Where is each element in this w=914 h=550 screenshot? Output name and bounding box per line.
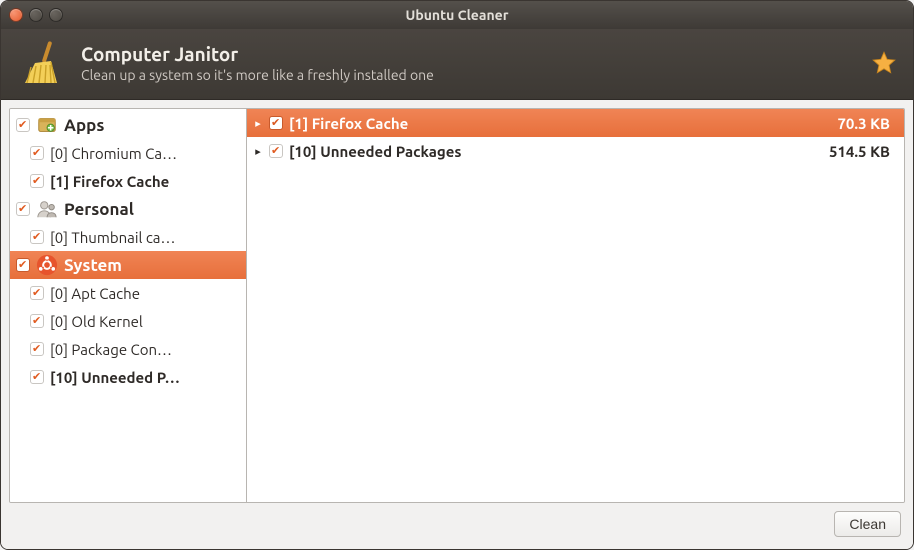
checkbox[interactable] xyxy=(16,118,30,132)
system-icon xyxy=(36,254,58,276)
page-header: Computer Janitor Clean up a system so it… xyxy=(1,29,913,100)
header-text: Computer Janitor Clean up a system so it… xyxy=(81,43,855,83)
titlebar[interactable]: Ubuntu Cleaner xyxy=(1,1,913,29)
sidebar-item-label: [0] Old Kernel xyxy=(50,313,240,330)
window-controls xyxy=(9,8,63,22)
expand-triangle-icon[interactable]: ▸ xyxy=(253,145,263,158)
results-list: ▸ [1] Firefox Cache 70.3 KB ▸ [10] Unneeded … xyxy=(247,109,904,502)
checkbox[interactable] xyxy=(30,370,44,384)
category-label: Apps xyxy=(64,116,240,135)
content-area: Apps [0] Chromium Ca… [1] Firefox Cache Per… xyxy=(1,100,913,549)
checkbox[interactable] xyxy=(16,258,30,272)
row-label: [1] Firefox Cache xyxy=(289,115,831,132)
sidebar-item[interactable]: [0] Old Kernel xyxy=(10,307,246,335)
sidebar-item-label: [1] Firefox Cache xyxy=(50,173,240,190)
checkbox[interactable] xyxy=(30,286,44,300)
expand-triangle-icon[interactable]: ▸ xyxy=(253,117,263,130)
row-size: 514.5 KB xyxy=(829,143,890,160)
sidebar-item-label: [0] Apt Cache xyxy=(50,285,240,302)
sidebar-category-system[interactable]: System xyxy=(10,251,246,279)
list-row[interactable]: ▸ [10] Unneeded Packages 514.5 KB xyxy=(247,137,904,165)
personal-icon xyxy=(36,198,58,220)
sidebar-item[interactable]: [0] Apt Cache xyxy=(10,279,246,307)
sidebar-item[interactable]: [0] Thumbnail ca… xyxy=(10,223,246,251)
app-window: Ubuntu Cleaner Computer Janitor Clean up… xyxy=(0,0,914,550)
checkbox[interactable] xyxy=(269,144,283,158)
broom-icon xyxy=(17,39,65,87)
footer: Clean xyxy=(9,503,905,541)
split-panes: Apps [0] Chromium Ca… [1] Firefox Cache Per… xyxy=(9,108,905,503)
sidebar-item-label: [0] Chromium Ca… xyxy=(50,145,240,162)
sidebar-item[interactable]: [0] Package Con… xyxy=(10,335,246,363)
sidebar-item[interactable]: [1] Firefox Cache xyxy=(10,167,246,195)
category-label: Personal xyxy=(64,200,240,219)
clean-button[interactable]: Clean xyxy=(834,511,901,537)
favorite-star-icon[interactable] xyxy=(871,50,897,76)
checkbox[interactable] xyxy=(30,146,44,160)
page-title: Computer Janitor xyxy=(81,43,855,65)
apps-icon xyxy=(36,114,58,136)
row-size: 70.3 KB xyxy=(837,115,890,132)
checkbox[interactable] xyxy=(30,342,44,356)
sidebar-item[interactable]: [10] Unneeded P… xyxy=(10,363,246,391)
sidebar-item-label: [0] Thumbnail ca… xyxy=(50,229,240,246)
maximize-button[interactable] xyxy=(49,8,63,22)
checkbox[interactable] xyxy=(30,230,44,244)
sidebar-item-label: [0] Package Con… xyxy=(50,341,240,358)
window-title: Ubuntu Cleaner xyxy=(1,7,913,23)
category-label: System xyxy=(64,256,240,275)
sidebar-category-personal[interactable]: Personal xyxy=(10,195,246,223)
checkbox[interactable] xyxy=(30,314,44,328)
page-subtitle: Clean up a system so it's more like a fr… xyxy=(81,67,855,83)
close-button[interactable] xyxy=(9,8,23,22)
minimize-button[interactable] xyxy=(29,8,43,22)
row-label: [10] Unneeded Packages xyxy=(289,143,823,160)
sidebar-category-apps[interactable]: Apps xyxy=(10,111,246,139)
checkbox[interactable] xyxy=(16,202,30,216)
sidebar-item[interactable]: [0] Chromium Ca… xyxy=(10,139,246,167)
checkbox[interactable] xyxy=(30,174,44,188)
checkbox[interactable] xyxy=(269,116,283,130)
category-sidebar: Apps [0] Chromium Ca… [1] Firefox Cache Per… xyxy=(10,109,247,502)
sidebar-item-label: [10] Unneeded P… xyxy=(50,369,240,386)
list-row[interactable]: ▸ [1] Firefox Cache 70.3 KB xyxy=(247,109,904,137)
